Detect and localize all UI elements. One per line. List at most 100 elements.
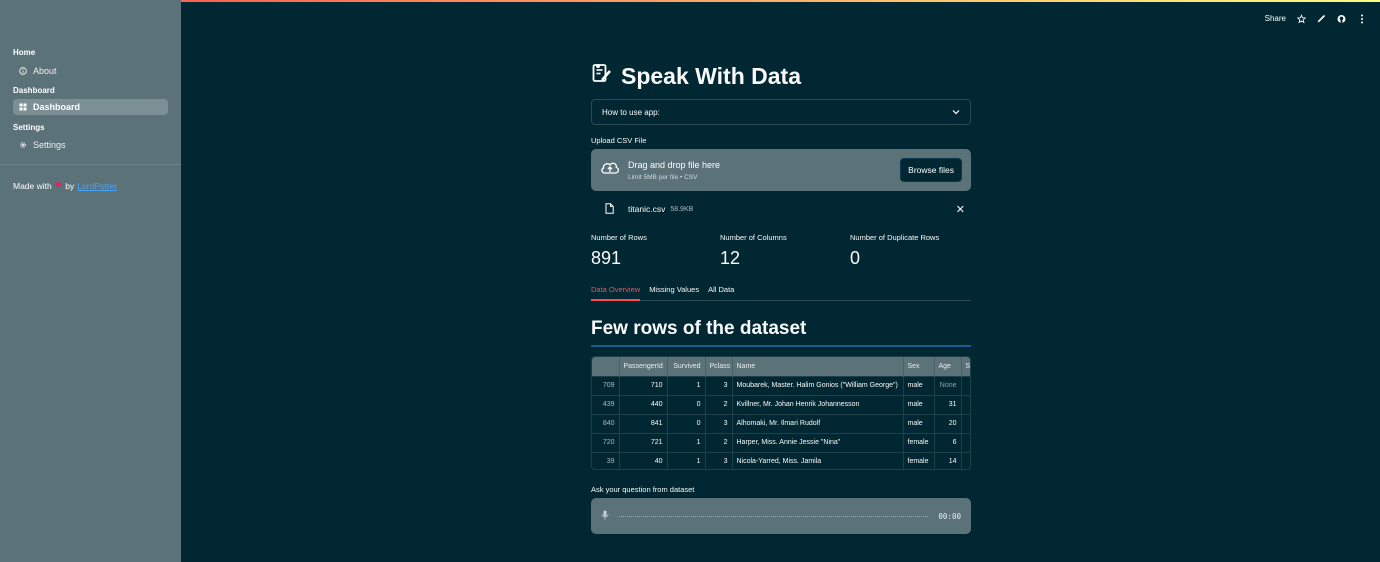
column-header-age[interactable]: Age [934,357,962,376]
cell-survived[interactable]: 1 [667,375,706,395]
sidebar-section-settings: Settings [13,123,45,132]
page-title: Speak With Data [591,62,801,90]
recorder-timer: 00:00 [938,511,961,521]
file-dropzone[interactable]: Drag and drop file here Limit 5MB per fi… [591,149,971,191]
column-header-sex[interactable]: Sex [903,357,935,376]
audio-recorder[interactable]: 00:00 [591,498,971,534]
app-toolbar: Share [1265,13,1366,24]
cell-age[interactable]: 6 [934,432,962,452]
cell-passengerid[interactable]: 40 [619,451,668,469]
sidebar-item-dashboard[interactable]: Dashboard [13,99,168,115]
waveform-placeholder [619,515,929,517]
star-icon[interactable] [1297,13,1306,24]
file-name: titanic.csv [628,204,666,214]
heart-icon: ❤ [54,180,63,190]
metric-columns: Number of Columns 12 [720,233,787,268]
cell-passengerid[interactable]: 721 [619,432,668,452]
cell-name[interactable]: Alhomaki, Mr. Ilmari Rudolf [732,413,904,433]
cell-pclass[interactable]: 2 [705,394,733,414]
table-header-row: PassengerId Survived Pclass Name Sex Age… [592,357,970,376]
cell-survived[interactable]: 0 [667,394,706,414]
how-to-use-expander[interactable]: How to use app: [591,99,971,125]
cell-sex[interactable]: female [903,451,935,469]
cell-sibsp[interactable] [961,451,970,469]
chevron-down-icon [952,108,960,117]
dashboard-icon [18,103,28,111]
cell-survived[interactable]: 0 [667,413,706,433]
sidebar-item-about[interactable]: About [13,63,168,79]
cell-sex[interactable]: male [903,413,935,433]
cell-pclass[interactable]: 3 [705,413,733,433]
cell-age[interactable]: None [934,375,962,395]
column-header-name[interactable]: Name [732,357,904,376]
sidebar: Home About Dashboard Dashboard Settings … [0,0,181,562]
cell-name[interactable]: Moubarek, Master. Halim Gonios ("William… [732,375,904,395]
table-row: 720 721 1 2 Harper, Miss. Annie Jessie "… [592,432,970,452]
column-header-index [592,357,620,376]
cell-survived[interactable]: 1 [667,432,706,452]
cell-name[interactable]: Harper, Miss. Annie Jessie "Nina" [732,432,904,452]
metric-rows: Number of Rows 891 [591,233,647,268]
question-label: Ask your question from dataset [591,485,695,494]
column-header-survived[interactable]: Survived [667,357,706,376]
cell-sibsp[interactable] [961,432,970,452]
heading-divider [591,345,971,347]
sidebar-section-home: Home [13,48,36,57]
tab-bar: Data Overview Missing Values All Data [591,284,971,301]
cell-sibsp[interactable] [961,375,970,395]
row-index: 840 [592,413,620,433]
cell-pclass[interactable]: 3 [705,451,733,469]
sidebar-item-label: About [33,66,57,76]
cell-sibsp[interactable] [961,413,970,433]
row-index: 439 [592,394,620,414]
cell-sibsp[interactable] [961,394,970,414]
data-table[interactable]: PassengerId Survived Pclass Name Sex Age… [591,356,971,470]
tab-all-data[interactable]: All Data [708,284,734,301]
author-link[interactable]: LordPotter [77,181,117,191]
cell-age[interactable]: 31 [934,394,962,414]
column-header-passengerid[interactable]: PassengerId [619,357,668,376]
tab-missing-values[interactable]: Missing Values [649,284,699,301]
table-row: 709 710 1 3 Moubarek, Master. Halim Goni… [592,375,970,395]
cell-sex[interactable]: male [903,394,935,414]
tab-data-overview[interactable]: Data Overview [591,284,641,301]
browse-files-button[interactable]: Browse files [900,158,962,182]
table-row: 840 841 0 3 Alhomaki, Mr. Ilmari Rudolf … [592,413,970,433]
cell-age[interactable]: 14 [934,451,962,469]
share-button[interactable]: Share [1265,14,1286,23]
cell-pclass[interactable]: 2 [705,432,733,452]
github-icon[interactable] [1337,13,1346,24]
table-row: 439 440 0 2 Kvillner, Mr. Johan Henrik J… [592,394,970,414]
dropzone-title: Drag and drop file here [628,159,721,170]
cloud-upload-icon [600,160,620,181]
cell-sex[interactable]: male [903,375,935,395]
sidebar-divider [0,164,181,165]
made-with-credit: Made with ❤ by LordPotter [13,180,117,191]
cell-survived[interactable]: 1 [667,451,706,469]
cell-name[interactable]: Nicola-Yarred, Miss. Jamila [732,451,904,469]
file-icon [605,202,614,216]
upload-label: Upload CSV File [591,136,647,145]
column-header-sibsp[interactable]: Si [961,357,970,376]
cell-pclass[interactable]: 3 [705,375,733,395]
top-decoration-bar [0,0,1380,2]
table-row: 39 40 1 3 Nicola-Yarred, Miss. Jamila fe… [592,451,970,469]
uploaded-file: titanic.csv 58.9KB ✕ [605,201,965,217]
cell-passengerid[interactable]: 440 [619,394,668,414]
cell-passengerid[interactable]: 841 [619,413,668,433]
cell-sex[interactable]: female [903,432,935,452]
microphone-icon[interactable] [601,507,609,525]
dropzone-limit: Limit 5MB per file • CSV [628,173,698,181]
cell-name[interactable]: Kvillner, Mr. Johan Henrik Johannesson [732,394,904,414]
cell-age[interactable]: 20 [934,413,962,433]
sidebar-item-label: Dashboard [33,102,81,112]
pencil-icon[interactable] [1317,13,1326,24]
sidebar-item-settings[interactable]: Settings [13,137,168,153]
section-heading: Few rows of the dataset [591,318,807,339]
close-icon[interactable]: ✕ [956,203,965,216]
more-menu-icon[interactable] [1357,13,1366,24]
column-header-pclass[interactable]: Pclass [705,357,733,376]
row-index: 709 [592,375,620,395]
cell-passengerid[interactable]: 710 [619,375,668,395]
row-index: 720 [592,432,620,452]
